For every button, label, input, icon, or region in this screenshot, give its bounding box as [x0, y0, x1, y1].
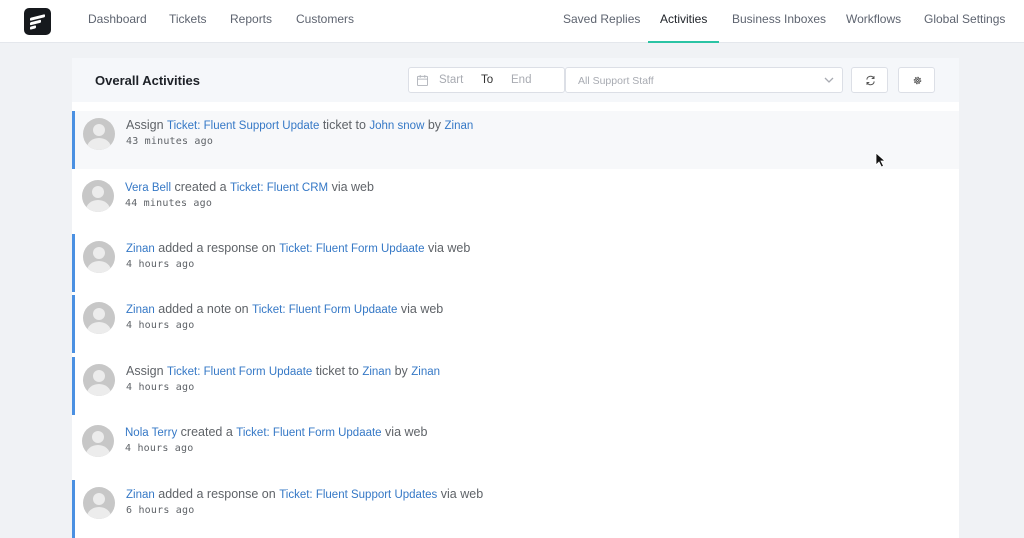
activity-timestamp: 44 minutes ago	[125, 198, 213, 209]
activity-text: via web	[381, 425, 428, 439]
activity-item: Zinan added a note on Ticket: Fluent For…	[72, 295, 959, 353]
activity-text: created a	[177, 425, 237, 439]
nav-saved-replies[interactable]: Saved Replies	[563, 0, 640, 43]
activity-link[interactable]: Ticket: Fluent CRM	[230, 182, 328, 194]
activity-timestamp: 4 hours ago	[125, 443, 194, 454]
activity-description: Assign Ticket: Fluent Form Updaate ticke…	[126, 364, 440, 378]
date-start-input[interactable]: Start	[439, 74, 463, 86]
activity-description: Nola Terry created a Ticket: Fluent Form…	[125, 425, 427, 439]
date-separator: To	[481, 74, 494, 86]
date-end-input[interactable]: End	[511, 74, 531, 86]
nav-tickets[interactable]: Tickets	[169, 0, 207, 43]
activity-text: Assign	[126, 364, 167, 378]
top-navigation: Dashboard Tickets Reports Customers Save…	[0, 0, 1024, 43]
activity-link[interactable]: Zinan	[126, 243, 155, 255]
page-title: Overall Activities	[95, 73, 201, 88]
avatar	[83, 118, 115, 150]
avatar	[82, 180, 114, 212]
avatar	[82, 425, 114, 457]
activity-description: Assign Ticket: Fluent Support Update tic…	[126, 118, 473, 132]
avatar	[83, 487, 115, 519]
activity-link[interactable]: Nola Terry	[125, 427, 177, 439]
activity-timestamp: 43 minutes ago	[126, 136, 214, 147]
activity-link[interactable]: Zinan	[126, 304, 155, 316]
mouse-cursor-icon	[875, 152, 887, 168]
avatar	[83, 241, 115, 273]
avatar	[83, 364, 115, 396]
settings-button[interactable]	[898, 67, 935, 93]
activity-timestamp: 6 hours ago	[126, 505, 195, 516]
activity-text: ticket to	[319, 118, 370, 132]
card-header: Overall Activities Start To End All Supp…	[72, 58, 959, 102]
activity-item: Zinan added a response on Ticket: Fluent…	[72, 234, 959, 292]
nav-activities[interactable]: Activities	[647, 0, 720, 43]
activity-item: Zinan added a response on Ticket: Fluent…	[72, 480, 959, 538]
activity-link[interactable]: Ticket: Fluent Form Updaate	[236, 427, 381, 439]
activity-text: via web	[424, 241, 471, 255]
activity-link[interactable]: Zinan	[126, 489, 155, 501]
activity-link[interactable]: Zinan	[445, 120, 474, 132]
activity-description: Zinan added a note on Ticket: Fluent For…	[126, 302, 443, 316]
nav-global-settings[interactable]: Global Settings	[924, 0, 1005, 43]
activity-link[interactable]: John snow	[369, 120, 424, 132]
staff-select-placeholder: All Support Staff	[578, 75, 654, 87]
activity-text: via web	[397, 302, 444, 316]
activity-item: Vera Bell created a Ticket: Fluent CRM v…	[72, 173, 959, 231]
activity-link[interactable]: Ticket: Fluent Form Updaate	[252, 304, 397, 316]
activity-link[interactable]: Ticket: Fluent Form Updaate	[167, 366, 312, 378]
activity-text: via web	[328, 180, 374, 194]
gear-icon	[913, 76, 922, 85]
activity-text: added a note on	[154, 302, 253, 316]
activity-link[interactable]: Vera Bell	[125, 182, 171, 194]
activity-item: Nola Terry created a Ticket: Fluent Form…	[72, 418, 959, 476]
activity-link[interactable]: Ticket: Fluent Form Updaate	[279, 243, 424, 255]
activity-text: added a response on	[154, 241, 280, 255]
activity-timestamp: 4 hours ago	[126, 320, 195, 331]
activity-timestamp: 4 hours ago	[126, 382, 195, 393]
activity-text: Assign	[126, 118, 167, 132]
activity-text: created a	[171, 180, 231, 194]
activity-text: added a response on	[154, 487, 280, 501]
date-range-picker[interactable]: Start To End	[408, 67, 565, 93]
nav-workflows[interactable]: Workflows	[846, 0, 901, 43]
nav-customers[interactable]: Customers	[296, 0, 354, 43]
activity-text: by	[424, 118, 445, 132]
activities-card: Overall Activities Start To End All Supp…	[72, 58, 959, 538]
activity-timestamp: 4 hours ago	[126, 259, 195, 270]
activity-text: via web	[437, 487, 484, 501]
nav-business-inboxes[interactable]: Business Inboxes	[732, 0, 826, 43]
activity-item: Assign Ticket: Fluent Form Updaate ticke…	[72, 357, 959, 415]
app-logo[interactable]	[24, 8, 51, 35]
refresh-button[interactable]	[851, 67, 888, 93]
avatar	[83, 302, 115, 334]
activity-link[interactable]: Ticket: Fluent Support Update	[167, 120, 319, 132]
nav-reports[interactable]: Reports	[230, 0, 272, 43]
chevron-down-icon	[824, 77, 834, 83]
activity-link[interactable]: Zinan	[362, 366, 391, 378]
activity-text: by	[391, 364, 412, 378]
activity-link[interactable]: Ticket: Fluent Support Updates	[279, 489, 437, 501]
support-staff-select[interactable]: All Support Staff	[565, 67, 843, 93]
nav-dashboard[interactable]: Dashboard	[88, 0, 147, 43]
activity-description: Zinan added a response on Ticket: Fluent…	[126, 241, 470, 255]
activity-link[interactable]: Zinan	[411, 366, 440, 378]
activity-item: Assign Ticket: Fluent Support Update tic…	[72, 111, 959, 169]
refresh-icon	[866, 75, 875, 86]
calendar-icon	[417, 75, 428, 86]
activity-description: Zinan added a response on Ticket: Fluent…	[126, 487, 483, 501]
activity-text: ticket to	[312, 364, 363, 378]
activity-description: Vera Bell created a Ticket: Fluent CRM v…	[125, 180, 374, 194]
